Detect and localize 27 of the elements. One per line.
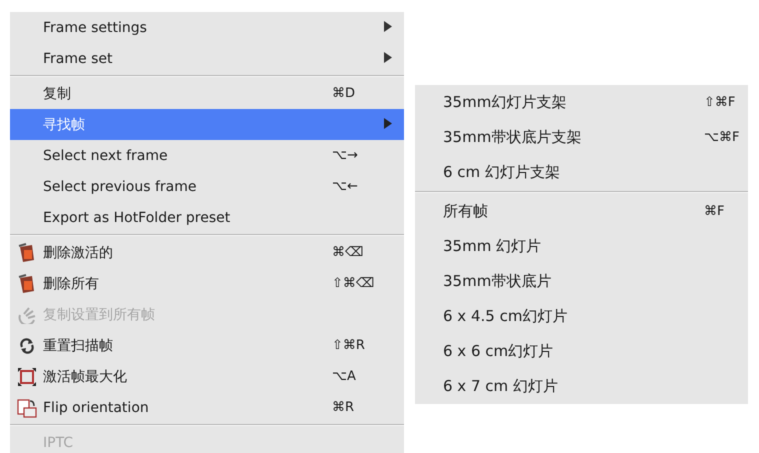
flip-icon (16, 398, 36, 418)
menu-item[interactable]: 35mm带状底片支架 ⌥⌘F (415, 120, 748, 155)
menu-item[interactable]: 35mm幻灯片支架 ⇧⌘F (415, 85, 748, 120)
menu-item[interactable]: 6 cm 幻灯片支架 (415, 155, 748, 190)
menu-item[interactable]: Flip orientation ⌘R (10, 392, 404, 423)
menu-item[interactable]: 重置扫描帧 ⇧⌘R (10, 330, 404, 361)
trash-icon (16, 274, 36, 294)
menu-item[interactable]: 删除激活的 ⌘⌫ (10, 237, 404, 268)
menu-item[interactable]: 6 x 7 cm 幻灯片 (415, 369, 748, 404)
menu-item[interactable]: Export as HotFolder preset (10, 202, 404, 233)
menu-item[interactable]: 激活帧最大化 ⌥A (10, 361, 404, 392)
maximize-icon (16, 366, 36, 386)
menu-item[interactable]: 35mm 幻灯片 (415, 229, 748, 264)
menu-item[interactable]: 所有帧 ⌘F (415, 194, 748, 229)
menu-item[interactable]: 删除所有 ⇧⌘⌫ (10, 268, 404, 299)
menu-item[interactable]: 寻找帧 (10, 109, 404, 140)
menu-item[interactable]: 6 x 4.5 cm幻灯片 (415, 299, 748, 334)
menu-item[interactable]: Frame set (10, 43, 404, 74)
menu-item[interactable]: 复制 ⌘D (10, 78, 404, 109)
menu-item[interactable]: 35mm带状底片 (415, 264, 748, 299)
refresh-icon (18, 338, 34, 354)
swirl-icon (16, 306, 36, 324)
trash-icon (16, 242, 36, 262)
menu-item[interactable]: Frame settings (10, 12, 404, 43)
menu-item[interactable]: Select previous frame ⌥← (10, 171, 404, 202)
menu-item[interactable]: 6 x 6 cm幻灯片 (415, 334, 748, 369)
menu-item[interactable]: Select next frame ⌥→ (10, 140, 404, 171)
